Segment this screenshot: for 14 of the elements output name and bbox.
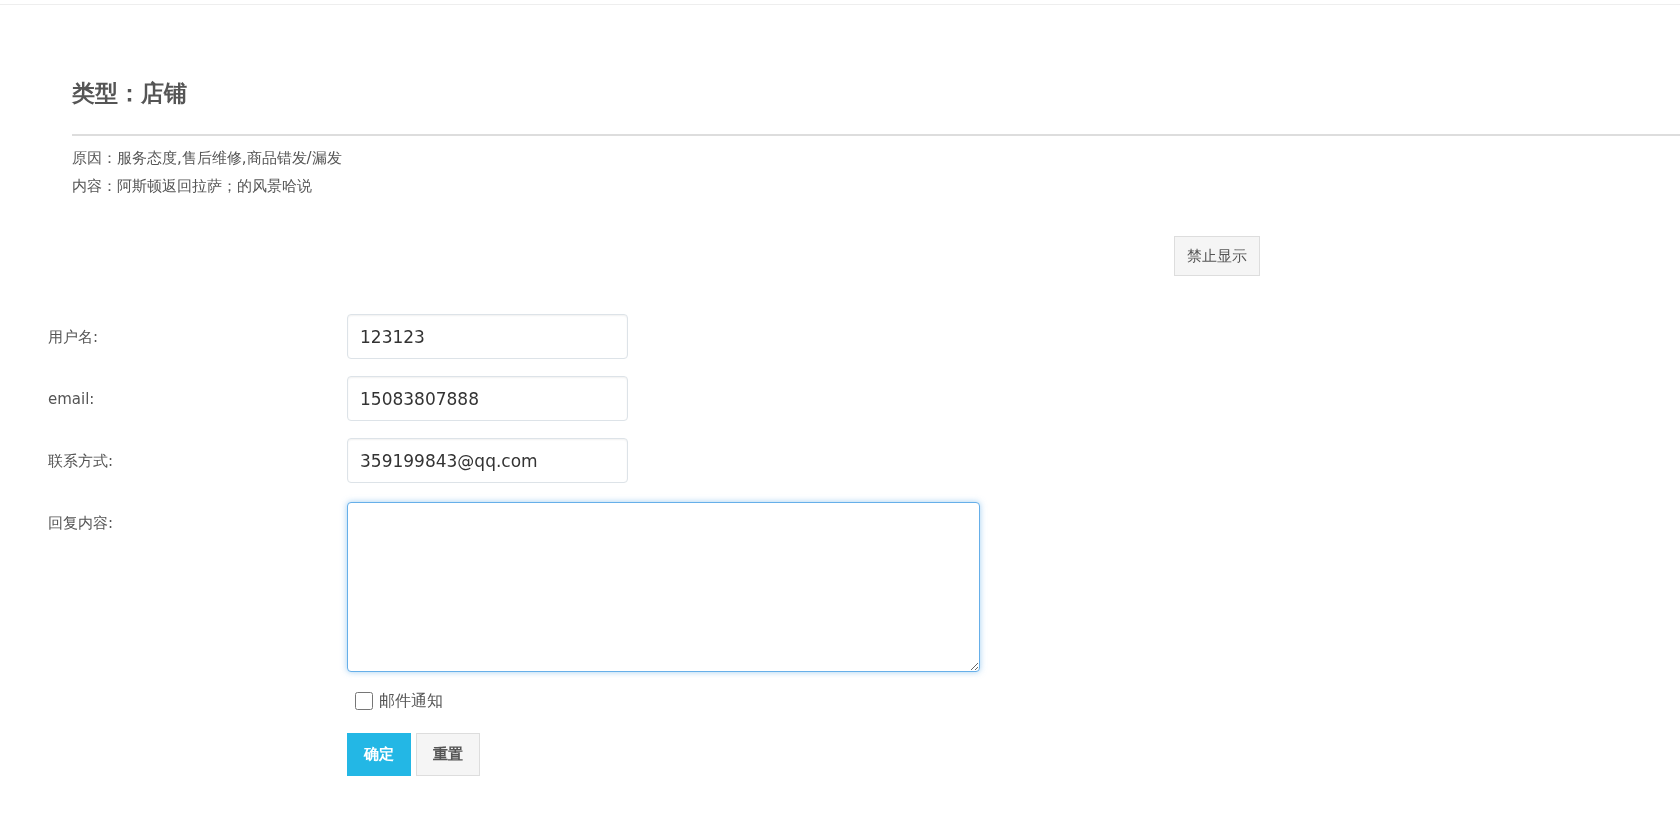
field-label: 联系方式: [47, 451, 115, 473]
checkbox[interactable] [355, 692, 373, 711]
input-field[interactable]: 123123 [347, 314, 628, 360]
reset-button[interactable]: 重置 [416, 733, 480, 776]
detail-text: 内容：阿斯顿返回拉萨；的风景哈说 [72, 175, 313, 197]
field-label: 回复内容: [47, 513, 115, 535]
field-label: email: [47, 389, 96, 411]
field-label: 用户名: [47, 327, 100, 349]
detail-text: 原因：服务态度,售后维修,商品错发/漏发 [72, 147, 343, 169]
input-field[interactable]: 359199843@qq.com [347, 438, 628, 484]
hide-button[interactable]: 禁止显示 [1174, 235, 1260, 277]
checkbox-label: 邮件通知 [379, 690, 443, 713]
page-heading: 类型：店铺 [72, 80, 188, 108]
input-field[interactable]: 15083807888 [347, 376, 628, 422]
